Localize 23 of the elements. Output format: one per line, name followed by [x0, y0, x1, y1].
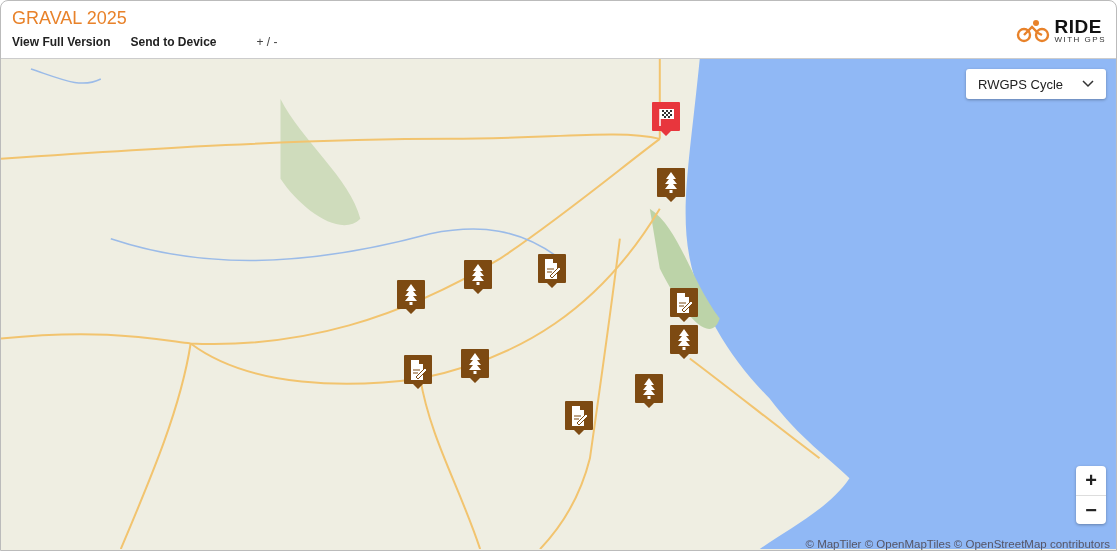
- expand-toggle[interactable]: + / -: [256, 35, 278, 49]
- tree-marker-icon[interactable]: [656, 167, 686, 203]
- tree-marker-icon[interactable]: [396, 279, 426, 315]
- logo-subtitle: WITH GPS: [1054, 36, 1106, 44]
- map-style-dropdown[interactable]: RWGPS Cycle: [966, 69, 1106, 99]
- note-marker-icon[interactable]: [537, 253, 567, 289]
- map-attribution: © MapTiler © OpenMapTiles © OpenStreetMap contributors: [805, 538, 1110, 550]
- chevron-down-icon: [1082, 80, 1094, 88]
- finish-marker-icon[interactable]: [651, 101, 681, 137]
- logo-wordmark: RIDE: [1054, 17, 1103, 36]
- zoom-out-button[interactable]: −: [1076, 495, 1106, 524]
- zoom-in-button[interactable]: +: [1076, 466, 1106, 495]
- route-title: GRAVAL 2025: [12, 7, 128, 29]
- tree-marker-icon[interactable]: [634, 373, 664, 409]
- tree-marker-icon[interactable]: [463, 259, 493, 295]
- tree-marker-icon[interactable]: [669, 324, 699, 360]
- header-link[interactable]: View Full Version: [12, 35, 111, 49]
- header-link[interactable]: Send to Device: [130, 35, 217, 49]
- tree-marker-icon[interactable]: [460, 348, 490, 384]
- note-marker-icon[interactable]: [669, 287, 699, 323]
- cyclist-icon: [1016, 18, 1051, 43]
- note-marker-icon[interactable]: [403, 354, 433, 390]
- note-marker-icon[interactable]: [564, 400, 594, 436]
